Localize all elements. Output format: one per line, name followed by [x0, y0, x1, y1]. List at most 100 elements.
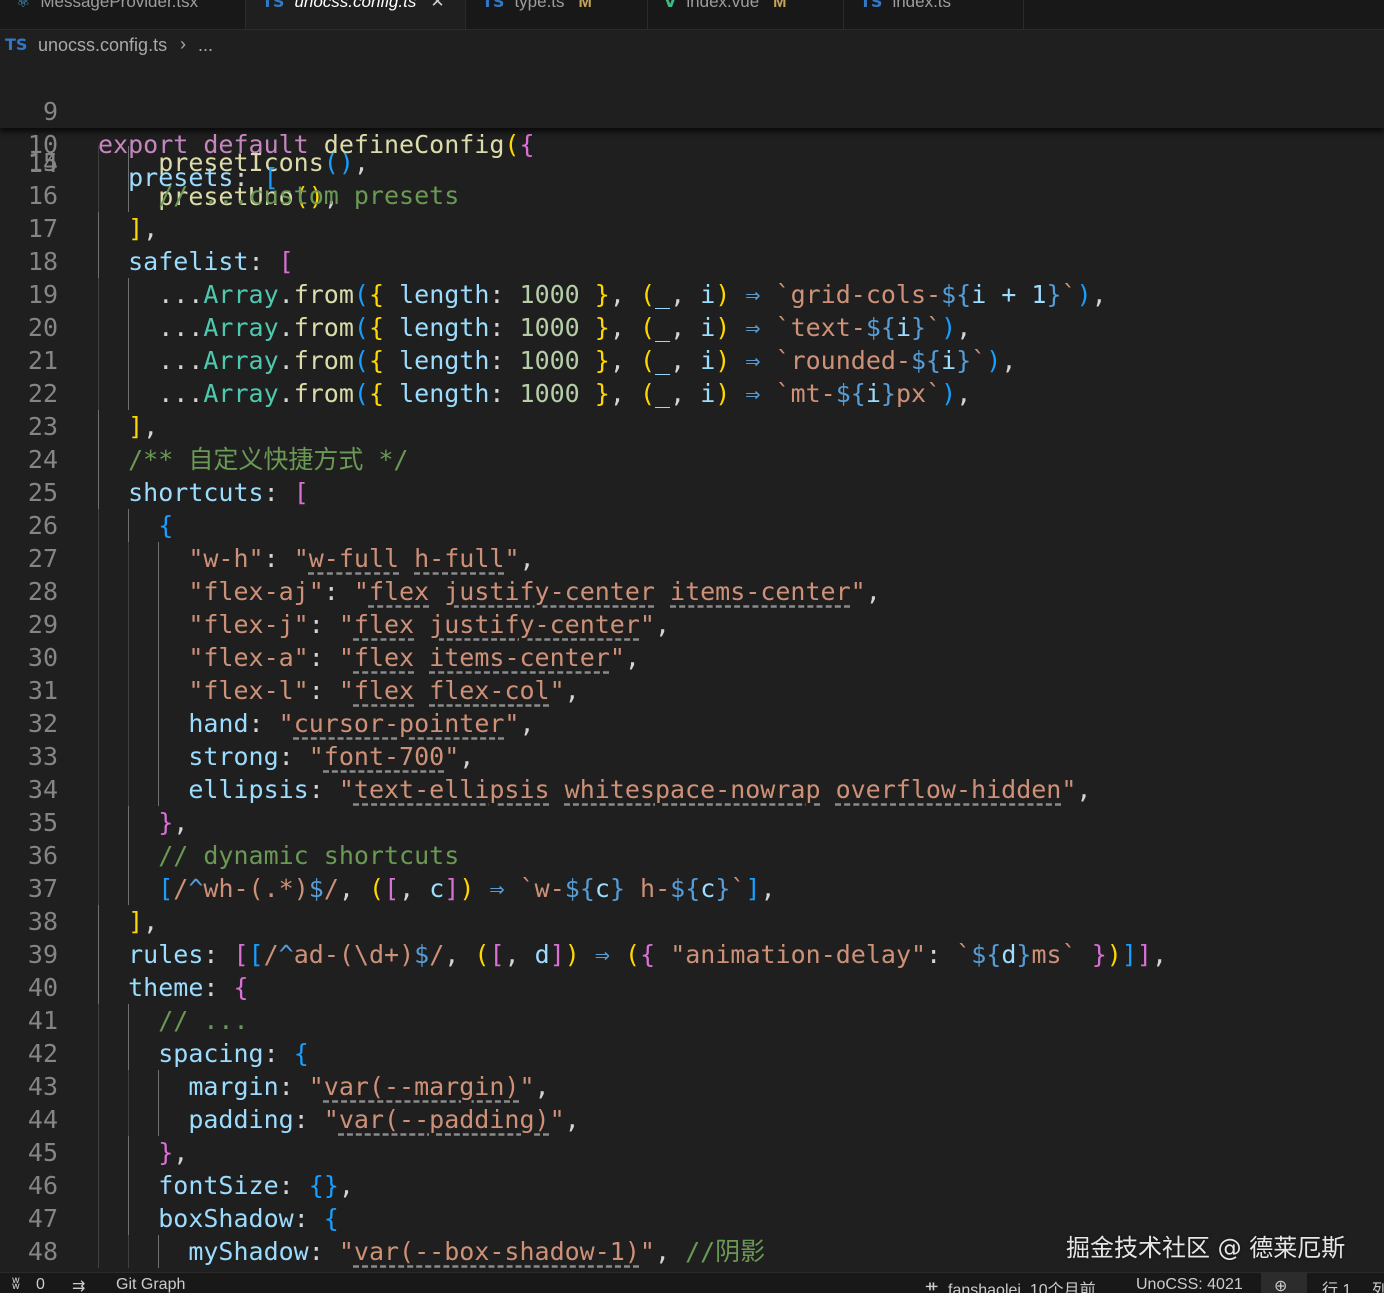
status-bar: ʬ 0 ⇉ Git Graph ᚑ fanshaolei, 10个月前 UnoC… [0, 1272, 1384, 1293]
sticky-scroll-header[interactable]: 9 export default defineConfig({ 10 prese… [0, 62, 1384, 192]
code-text: padding: "var(--padding)", [188, 1105, 580, 1134]
code-text: ], [128, 214, 159, 243]
code-text: ellipsis: "text-ellipsis whitespace-nowr… [188, 775, 1092, 804]
tab-label: unocss.config.ts [294, 0, 417, 11]
cursor-position[interactable]: 行 1 [1322, 1276, 1351, 1293]
code-line: 45 }, [0, 1136, 1384, 1169]
line-number: 38 [27, 907, 58, 936]
code-text: // ... [158, 1006, 249, 1035]
code-text: safelist: [ [128, 247, 294, 276]
code-text: export default defineConfig({ [98, 130, 535, 159]
code-line: 10 presets: [ [0, 95, 1384, 192]
line-number: 28 [27, 577, 58, 606]
code-text: ...Array.from({ length: 1000 }, (_, i) ⇒… [98, 346, 1017, 375]
code-line: 17 ], [0, 212, 1384, 245]
code-text: ...Array.from({ length: 1000 }, (_, i) ⇒… [98, 379, 972, 408]
tab-index-ts[interactable]: TS index.ts [844, 0, 1024, 29]
watermark: 掘金技术社区 @ 德莱厄斯 [1066, 1234, 1346, 1262]
code-line: 43 margin: "var(--margin)", [0, 1070, 1384, 1103]
line-number: 27 [27, 544, 58, 573]
tab-label: MessageProvider.tsx [40, 0, 199, 11]
code-line: 25 shortcuts: [ [0, 476, 1384, 509]
line-number: 35 [27, 808, 58, 837]
code-text: "flex-l": "flex flex-col", [188, 676, 580, 705]
line-number: 33 [27, 742, 58, 771]
line-number: 42 [27, 1039, 58, 1068]
tab-label: index.vue [686, 0, 760, 11]
tab-type[interactable]: TS type.ts M [466, 0, 648, 29]
line-number: 22 [27, 379, 58, 408]
problems-count[interactable]: 0 [36, 1276, 45, 1293]
code-line: 27 "w-h": "w-full h-full", [0, 542, 1384, 575]
close-icon[interactable]: ✕ [430, 0, 444, 11]
tab-messageprovider[interactable]: ⚛ MessageProvider.tsx [0, 0, 246, 29]
code-line: 24 /** 自定义快捷方式 */ [0, 443, 1384, 476]
line-number: 25 [27, 478, 58, 507]
line-number: 43 [27, 1072, 58, 1101]
breadcrumb: TS unocss.config.ts › ... [0, 30, 1384, 63]
code-line: 23 ], [0, 410, 1384, 443]
vue-icon: V [664, 0, 677, 11]
line-number: 40 [27, 973, 58, 1002]
breadcrumb-file[interactable]: unocss.config.ts [38, 35, 167, 56]
tab-index-vue[interactable]: Vindex.vue M [648, 0, 844, 29]
tab-label: type.ts [514, 0, 565, 11]
code-line: 20 ...Array.from({ length: 1000 }, (_, i… [0, 311, 1384, 344]
code-text: ...Array.from({ length: 1000 }, (_, i) ⇒… [98, 280, 1107, 309]
modified-badge: M [773, 0, 787, 11]
cursor-column[interactable]: 列 [1372, 1276, 1384, 1293]
code-line: 34 ellipsis: "text-ellipsis whitespace-n… [0, 773, 1384, 806]
line-number: 34 [27, 775, 58, 804]
line-number: 18 [27, 247, 58, 276]
line-number: 20 [27, 313, 58, 342]
line-number: 24 [27, 445, 58, 474]
code-text: /** 自定义快捷方式 */ [128, 445, 409, 474]
code-line: 22 ...Array.from({ length: 1000 }, (_, i… [0, 377, 1384, 410]
code-text: theme: { [128, 973, 249, 1002]
line-number: 39 [27, 940, 58, 969]
code-text: spacing: { [158, 1039, 309, 1068]
line-number: 30 [27, 643, 58, 672]
code-text: "flex-a": "flex items-center", [188, 643, 640, 672]
code-line: 9 export default defineConfig({ [0, 62, 1384, 159]
code-text: presets: [ [128, 163, 279, 192]
git-graph-button[interactable]: Git Graph [116, 1276, 185, 1293]
line-number: 29 [27, 610, 58, 639]
code-text: }, [158, 1138, 189, 1167]
line-number: 19 [27, 280, 58, 309]
code-line: 35 }, [0, 806, 1384, 839]
code-line: 21 ...Array.from({ length: 1000 }, (_, i… [0, 344, 1384, 377]
code-line: 39 rules: [[/^ad-(\d+)$/, ([, d]) ⇒ ({ "… [0, 938, 1384, 971]
git-blame[interactable]: fanshaolei, 10个月前 [948, 1276, 1096, 1293]
code-line: 38 ], [0, 905, 1384, 938]
code-line: 41 // ... [0, 1004, 1384, 1037]
ts-icon: TS [860, 0, 883, 11]
zoom-icon[interactable]: ⊕ [1274, 1276, 1287, 1293]
react-icon: ⚛ [16, 0, 31, 11]
git-blame-icon: ᚑ [926, 1278, 938, 1293]
code-line: 46 fontSize: {}, [0, 1169, 1384, 1202]
code-text: "flex-j": "flex justify-center", [188, 610, 671, 639]
chevron-right-icon: › [180, 34, 186, 54]
code-line: 26 { [0, 509, 1384, 542]
code-line: 19 ...Array.from({ length: 1000 }, (_, i… [0, 278, 1384, 311]
line-number: 45 [27, 1138, 58, 1167]
tab-unocss-config[interactable]: TS unocss.config.ts ✕ [246, 0, 466, 29]
line-number: 41 [27, 1006, 58, 1035]
line-number: 37 [27, 874, 58, 903]
code-text: myShadow: "var(--box-shadow-1)", //阴影 [188, 1237, 766, 1266]
code-text: // dynamic shortcuts [158, 841, 460, 870]
code-editor[interactable]: 9 export default defineConfig({ 10 prese… [0, 62, 1384, 1272]
code-text: shortcuts: [ [128, 478, 309, 507]
code-text: boxShadow: { [158, 1204, 339, 1233]
line-number: 23 [27, 412, 58, 441]
sync-icon[interactable]: ʬ [12, 1276, 20, 1293]
code-line: 29 "flex-j": "flex justify-center", [0, 608, 1384, 641]
breadcrumb-symbol[interactable]: ... [198, 35, 213, 56]
git-graph-icon[interactable]: ⇉ [72, 1276, 85, 1293]
code-line: 44 padding: "var(--padding)", [0, 1103, 1384, 1136]
code-text: [/^wh-(.*)$/, ([, c]) ⇒ `w-${c} h-${c}`]… [158, 874, 776, 903]
line-number: 36 [27, 841, 58, 870]
unocss-count[interactable]: UnoCSS: 4021 [1136, 1276, 1243, 1293]
code-line: 18 safelist: [ [0, 245, 1384, 278]
